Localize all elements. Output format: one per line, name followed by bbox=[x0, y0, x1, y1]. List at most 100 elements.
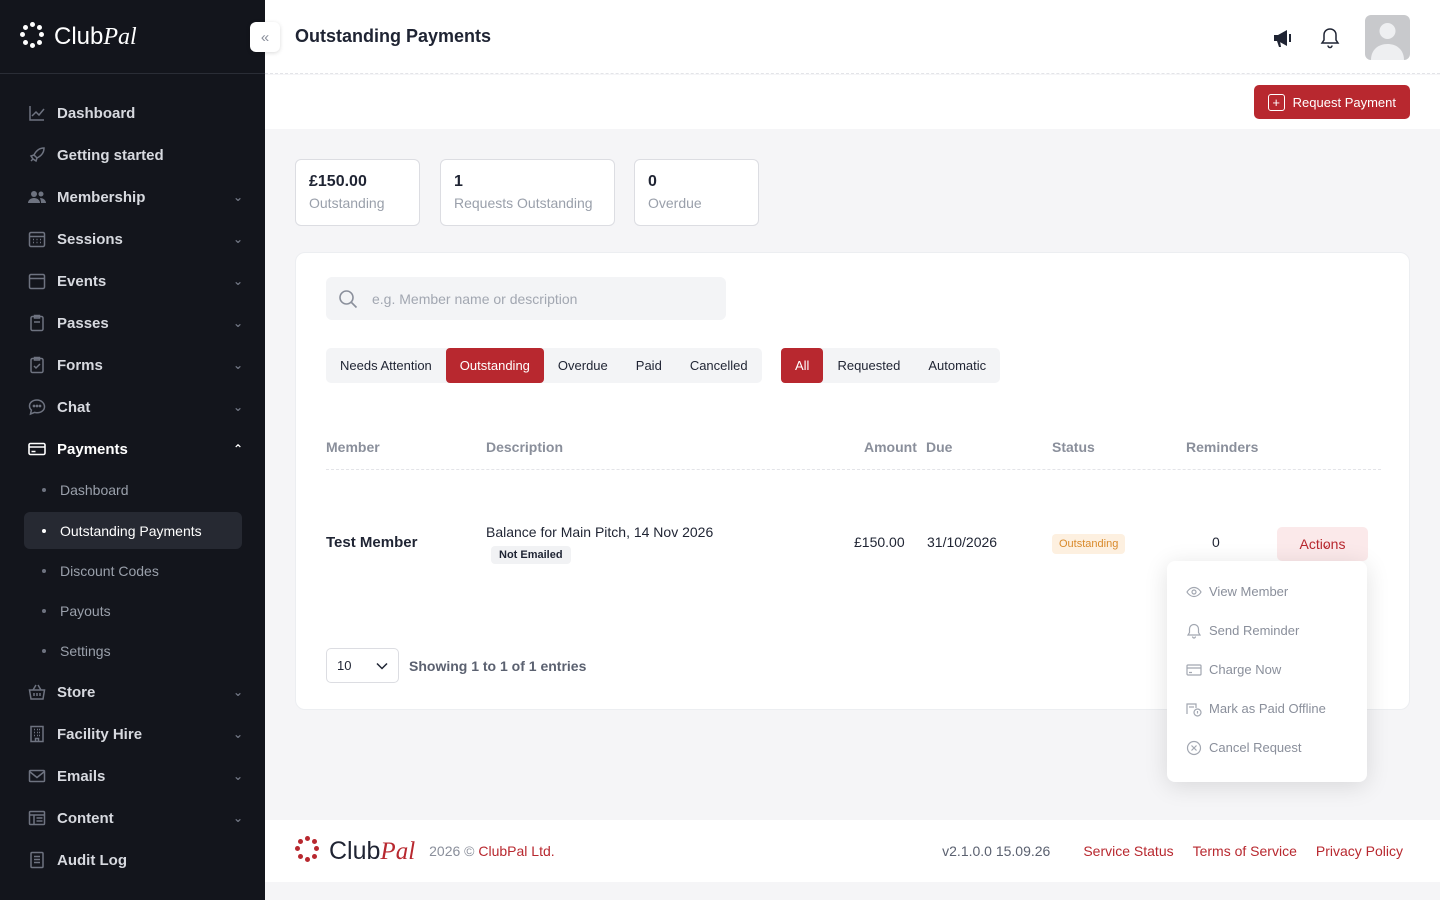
stat-label: Overdue bbox=[648, 195, 702, 211]
sidebar-item-facility-hire[interactable]: Facility Hire ⌄ bbox=[0, 713, 265, 755]
stat-outstanding: £150.00 Outstanding bbox=[295, 159, 420, 226]
sidebar-logo[interactable]: ClubPal bbox=[0, 0, 265, 74]
sidebar-item-label: Chat bbox=[57, 398, 91, 416]
filter-paid[interactable]: Paid bbox=[622, 348, 676, 383]
filter-automatic[interactable]: Automatic bbox=[914, 348, 1000, 383]
privacy-policy-link[interactable]: Privacy Policy bbox=[1316, 843, 1403, 859]
sub-item-settings[interactable]: Settings bbox=[24, 631, 242, 671]
column-member[interactable]: Member bbox=[326, 439, 380, 455]
status-badge: Outstanding bbox=[1052, 534, 1126, 554]
sidebar-item-payments[interactable]: Payments ⌃ bbox=[0, 428, 265, 470]
sidebar-item-label: Passes bbox=[57, 314, 109, 332]
menu-item-label: Cancel Request bbox=[1209, 740, 1302, 755]
sidebar-item-label: Emails bbox=[57, 767, 106, 785]
sidebar-item-membership[interactable]: Membership ⌄ bbox=[0, 176, 265, 218]
chat-bubble-icon bbox=[28, 398, 46, 416]
bullet-dot bbox=[42, 649, 46, 653]
member-name[interactable]: Test Member bbox=[326, 534, 417, 551]
sidebar-item-passes[interactable]: Passes ⌄ bbox=[0, 302, 265, 344]
sidebar-item-label: Getting started bbox=[57, 146, 164, 164]
stat-value: 0 bbox=[648, 173, 657, 190]
stat-value: 1 bbox=[454, 173, 463, 190]
column-description[interactable]: Description bbox=[486, 439, 563, 455]
filter-cancelled[interactable]: Cancelled bbox=[676, 348, 762, 383]
sidebar-item-forms[interactable]: Forms ⌄ bbox=[0, 344, 265, 386]
sidebar-item-label: Forms bbox=[57, 356, 103, 374]
terms-of-service-link[interactable]: Terms of Service bbox=[1193, 843, 1297, 859]
request-payment-button[interactable]: + Request Payment bbox=[1253, 85, 1410, 119]
logo-wordmark: ClubPal bbox=[329, 836, 416, 865]
sidebar-item-label: Sessions bbox=[57, 230, 123, 248]
sub-item-outstanding-payments[interactable]: Outstanding Payments bbox=[24, 512, 242, 549]
rocket-icon bbox=[28, 146, 46, 164]
megaphone-icon[interactable] bbox=[1271, 26, 1295, 50]
column-status[interactable]: Status bbox=[1052, 439, 1095, 455]
sidebar-item-content[interactable]: Content ⌄ bbox=[0, 797, 265, 839]
menu-item-label: View Member bbox=[1209, 584, 1289, 599]
layout-icon bbox=[28, 809, 46, 827]
sub-item-dashboard[interactable]: Dashboard bbox=[24, 470, 242, 510]
chevron-down-icon: ⌄ bbox=[232, 811, 243, 825]
filter-all[interactable]: All bbox=[781, 348, 824, 383]
filter-overdue[interactable]: Overdue bbox=[544, 348, 622, 383]
sidebar-item-sessions[interactable]: Sessions ⌄ bbox=[0, 218, 265, 260]
stat-label: Requests Outstanding bbox=[454, 195, 593, 211]
sidebar-item-audit-log[interactable]: Audit Log bbox=[0, 839, 265, 881]
column-amount[interactable]: Amount bbox=[864, 439, 917, 455]
sidebar-item-events[interactable]: Events ⌄ bbox=[0, 260, 265, 302]
pagination-info: Showing 1 to 1 of 1 entries bbox=[409, 657, 587, 674]
not-emailed-badge: Not Emailed bbox=[491, 546, 571, 564]
menu-item-cancel-request[interactable]: Cancel Request bbox=[1167, 728, 1367, 767]
sub-item-payouts[interactable]: Payouts bbox=[24, 591, 242, 631]
bullet-dot bbox=[42, 609, 46, 613]
chevron-down-icon: ⌄ bbox=[232, 190, 243, 204]
actions-button[interactable]: Actions ⌄ bbox=[1277, 527, 1368, 561]
column-due[interactable]: Due bbox=[926, 439, 952, 455]
menu-item-mark-paid-offline[interactable]: Mark as Paid Offline bbox=[1167, 689, 1367, 728]
menu-item-label: Send Reminder bbox=[1209, 623, 1300, 638]
clubpal-logo-icon bbox=[295, 836, 319, 866]
table-header: Member Description Amount Due Status Rem… bbox=[326, 428, 1381, 470]
plus-square-icon: + bbox=[1267, 93, 1285, 111]
copyright: 2026 © ClubPal Ltd. bbox=[429, 843, 555, 859]
user-avatar[interactable] bbox=[1365, 15, 1410, 60]
chevron-down-icon: ⌄ bbox=[232, 232, 243, 246]
chevron-down-icon: ⌄ bbox=[232, 316, 243, 330]
menu-item-send-reminder[interactable]: Send Reminder bbox=[1167, 611, 1367, 650]
sidebar-item-label: Membership bbox=[57, 188, 146, 206]
chevron-down-icon: ⌄ bbox=[232, 400, 243, 414]
menu-item-view-member[interactable]: View Member bbox=[1167, 572, 1367, 611]
collapse-sidebar-button[interactable]: « bbox=[250, 22, 280, 52]
sidebar-item-store[interactable]: Store ⌄ bbox=[0, 671, 265, 713]
sub-item-discount-codes[interactable]: Discount Codes bbox=[24, 551, 242, 591]
filter-outstanding[interactable]: Outstanding bbox=[445, 348, 544, 383]
bullet-dot bbox=[42, 569, 46, 573]
list-icon bbox=[28, 851, 46, 869]
bell-icon[interactable] bbox=[1318, 26, 1342, 50]
sidebar-item-getting-started[interactable]: Getting started bbox=[0, 134, 265, 176]
cash-register-icon bbox=[1186, 701, 1202, 717]
form-icon bbox=[28, 356, 46, 374]
filter-requested[interactable]: Requested bbox=[823, 348, 914, 383]
search-input[interactable] bbox=[372, 290, 692, 307]
service-status-link[interactable]: Service Status bbox=[1083, 843, 1173, 859]
sidebar-item-label: Content bbox=[57, 809, 114, 827]
page-toolbar: + Request Payment bbox=[265, 75, 1440, 129]
sidebar-item-emails[interactable]: Emails ⌄ bbox=[0, 755, 265, 797]
sidebar-item-chat[interactable]: Chat ⌄ bbox=[0, 386, 265, 428]
sidebar-item-label: Dashboard bbox=[57, 104, 136, 122]
company-link[interactable]: ClubPal Ltd. bbox=[478, 843, 554, 859]
sidebar-item-label: Store bbox=[57, 683, 96, 701]
filter-needs-attention[interactable]: Needs Attention bbox=[326, 348, 446, 383]
sidebar-item-dashboard[interactable]: Dashboard bbox=[0, 92, 265, 134]
chevron-down-icon bbox=[376, 662, 388, 670]
chevron-down-icon: ⌄ bbox=[232, 274, 243, 288]
column-reminders[interactable]: Reminders bbox=[1186, 439, 1258, 455]
page-size-select[interactable]: 10 bbox=[326, 648, 399, 683]
menu-item-charge-now[interactable]: Charge Now bbox=[1167, 650, 1367, 689]
footer-links: v2.1.0.0 15.09.26 Service Status Terms o… bbox=[942, 843, 1403, 859]
type-filter-group: All Requested Automatic bbox=[781, 348, 1001, 383]
bullet-dot bbox=[42, 528, 46, 533]
stat-overdue: 0 Overdue bbox=[634, 159, 759, 226]
users-icon bbox=[28, 188, 46, 206]
